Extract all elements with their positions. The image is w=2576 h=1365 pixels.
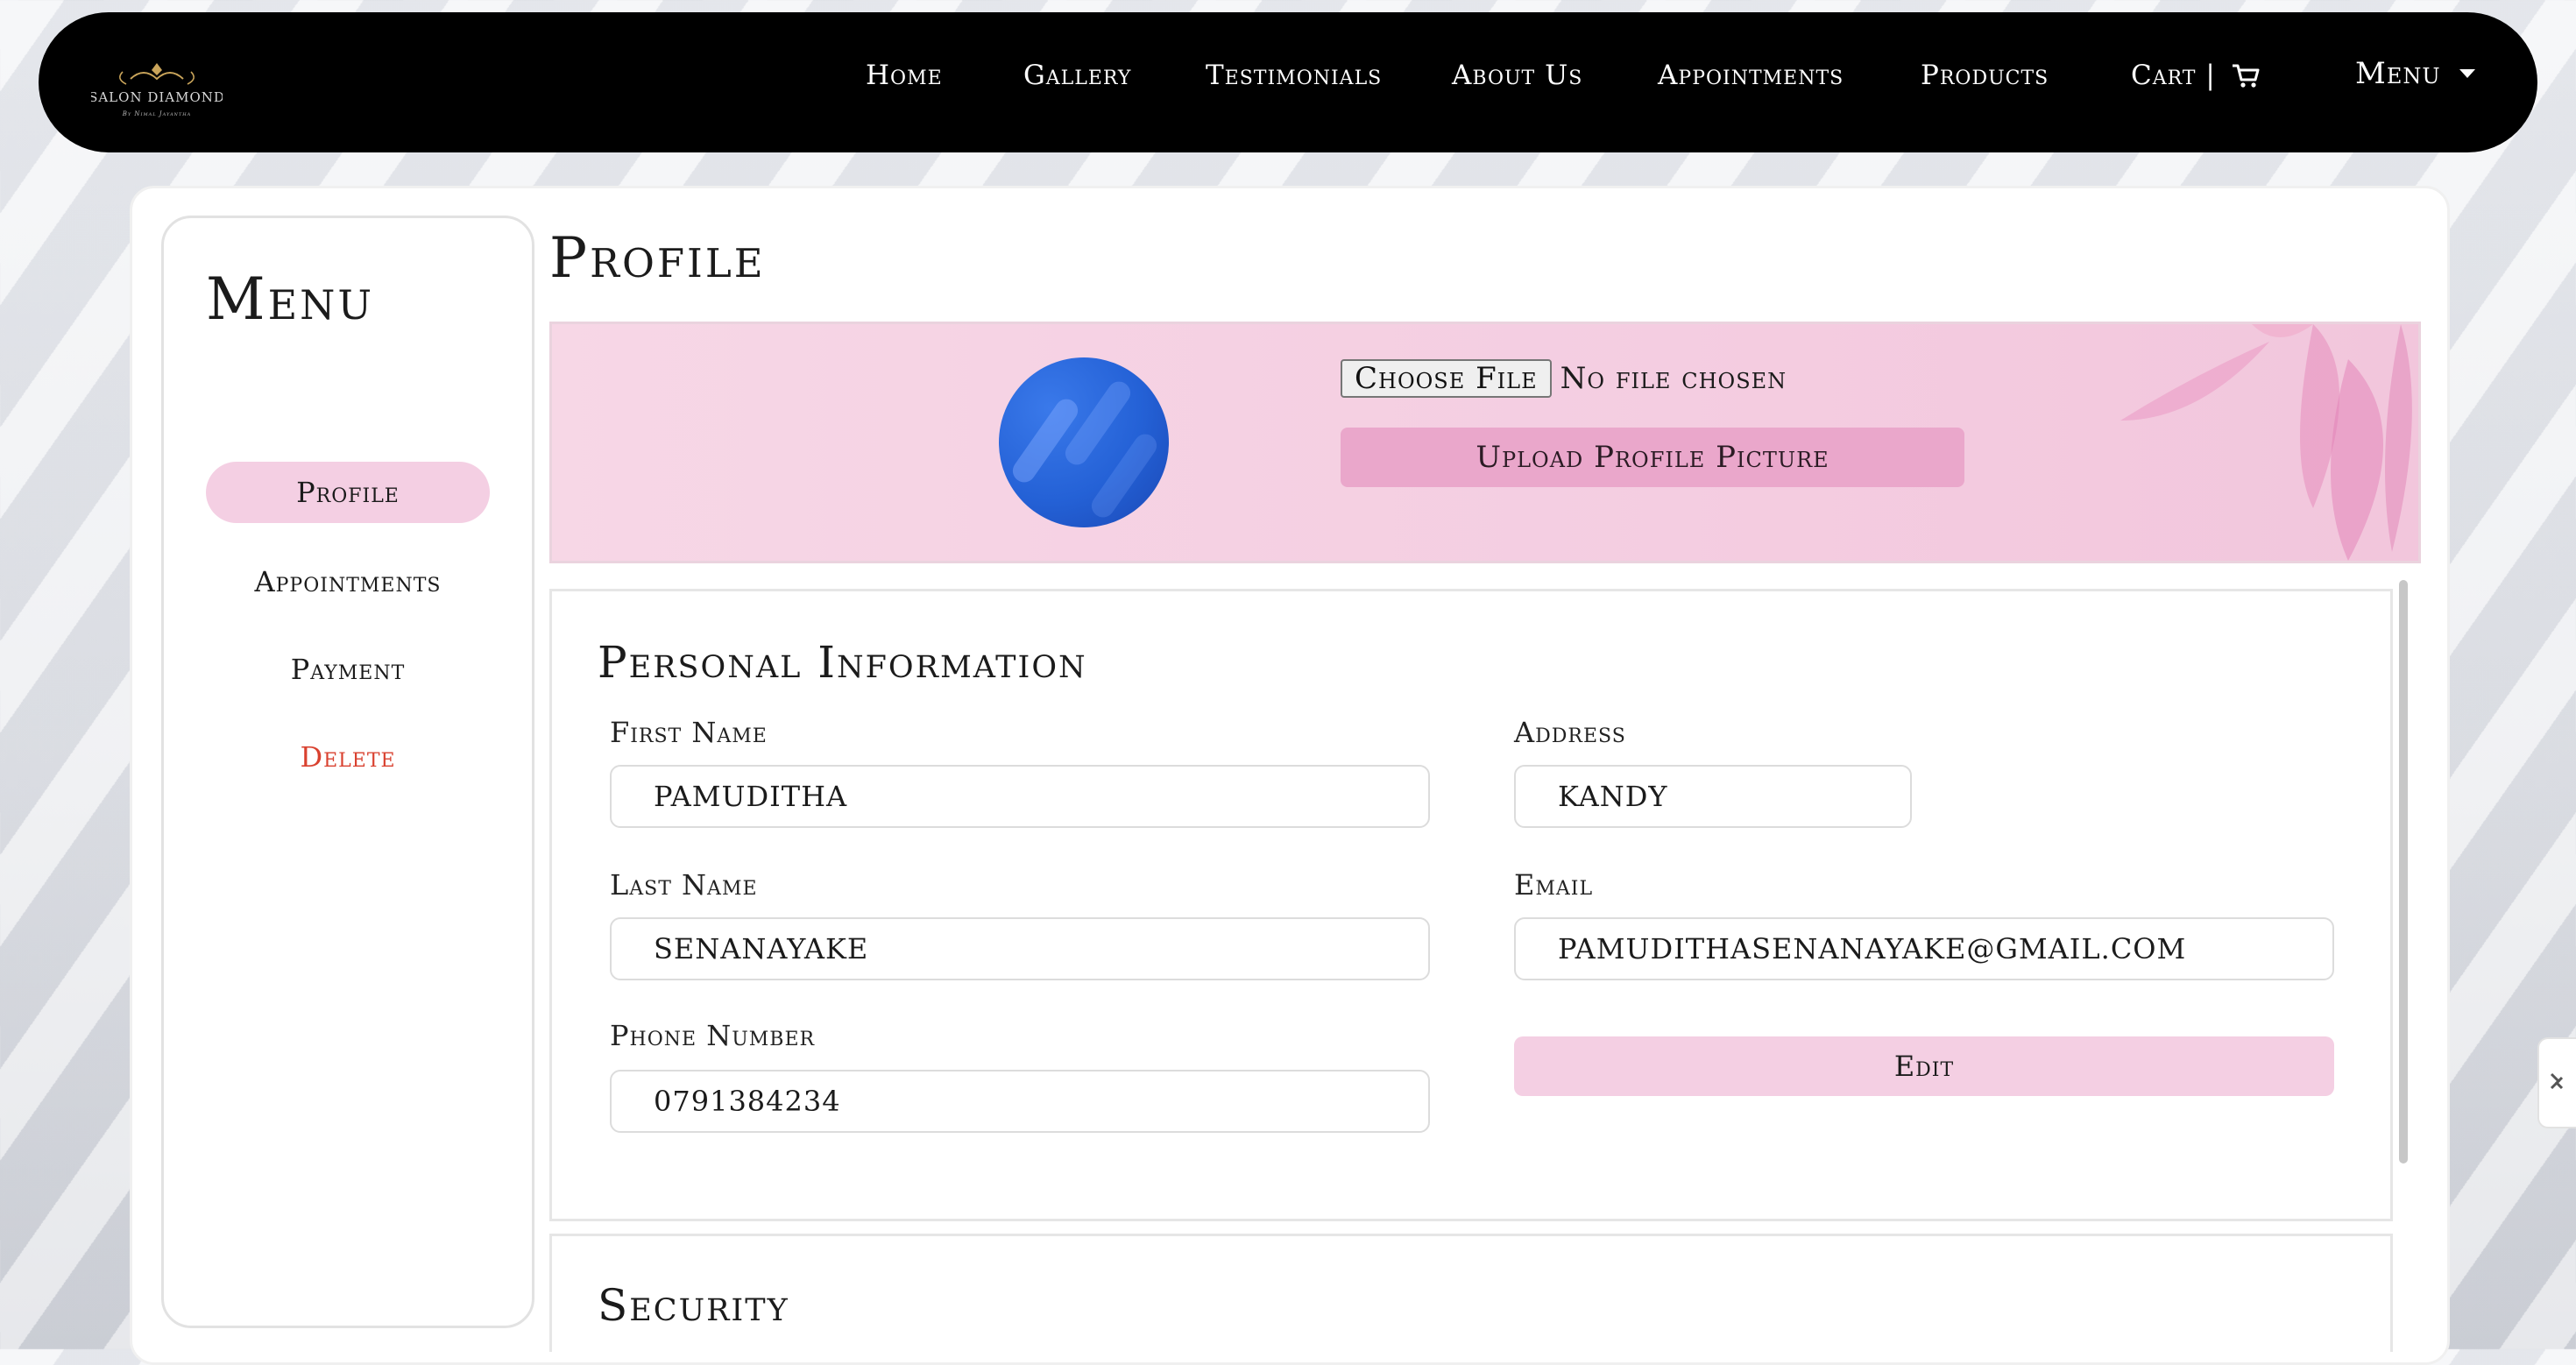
nav-link-testimonials[interactable]: Testimonials (1206, 60, 1382, 91)
last-name-field[interactable]: SENANAYAKE (610, 917, 1430, 980)
nav-link-gallery[interactable]: Gallery (1023, 60, 1131, 91)
nav-menu-dropdown[interactable]: Menu (2355, 56, 2476, 91)
floral-decoration (2120, 324, 2412, 561)
sidebar-item-delete[interactable]: Delete (206, 726, 490, 788)
security-title: Security (598, 1280, 789, 1331)
profile-banner: Choose File No file chosen Upload Profil… (549, 322, 2421, 563)
avatar-icon (999, 357, 1169, 527)
caret-down-icon (2459, 69, 2476, 78)
menu-label: Menu (2355, 56, 2441, 91)
sidebar-item-profile[interactable]: Profile (206, 462, 490, 523)
sidebar-title: Menu (206, 265, 375, 333)
first-name-field[interactable]: PAMUDITHA (610, 765, 1430, 828)
content-scrollbar-thumb[interactable] (2399, 580, 2408, 1163)
nav-link-products[interactable]: Products (1921, 60, 2049, 91)
address-field[interactable]: KANDY (1514, 765, 1912, 828)
edit-button[interactable]: Edit (1514, 1036, 2334, 1096)
first-name-label: First Name (610, 716, 768, 749)
top-navbar: SALON DIAMOND By Nimal Jayantha Home Gal… (39, 12, 2537, 152)
personal-information-panel: Personal Information First Name PAMUDITH… (549, 589, 2393, 1221)
personal-information-title: Personal Information (598, 637, 1087, 688)
page-title: Profile (549, 226, 766, 291)
choose-file-button[interactable]: Choose File (1341, 359, 1552, 398)
side-tab-button[interactable] (2537, 1037, 2576, 1128)
phone-number-field[interactable]: 0791384234 (610, 1070, 1430, 1133)
sidebar-menu: Menu Profile Appointments Payment Delete (161, 216, 534, 1328)
sidebar-item-payment[interactable]: Payment (206, 639, 490, 700)
side-tab-icon (2550, 1072, 2564, 1090)
nav-link-appointments[interactable]: Appointments (1658, 60, 1844, 91)
cart-label: Cart | (2131, 60, 2216, 91)
no-file-text: No file chosen (1560, 361, 1787, 396)
nav-link-cart[interactable]: Cart | (2131, 60, 2261, 96)
nav-link-about-us[interactable]: About Us (1452, 60, 1582, 91)
email-field[interactable]: PAMUDITHASENANAYAKE@GMAIL.COM (1514, 917, 2334, 980)
file-picker: Choose File No file chosen (1341, 357, 1787, 400)
upload-profile-picture-button[interactable]: Upload Profile Picture (1341, 428, 1964, 487)
nav-link-home[interactable]: Home (866, 60, 943, 91)
address-label: Address (1514, 716, 1626, 749)
last-name-label: Last Name (610, 868, 758, 902)
email-label: Email (1514, 868, 1594, 902)
phone-number-label: Phone Number (610, 1019, 816, 1052)
security-panel: Security (549, 1234, 2393, 1352)
cart-icon (2231, 63, 2261, 96)
sidebar-item-appointments[interactable]: Appointments (206, 551, 490, 612)
